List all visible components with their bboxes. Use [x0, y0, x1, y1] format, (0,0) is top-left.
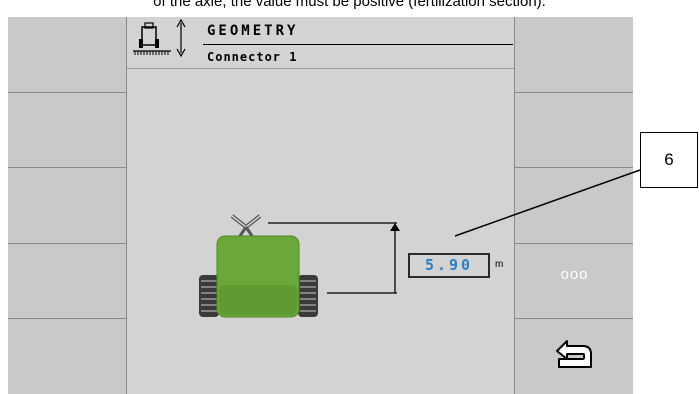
callout-label: 6	[640, 132, 698, 188]
callout-line	[454, 169, 641, 237]
